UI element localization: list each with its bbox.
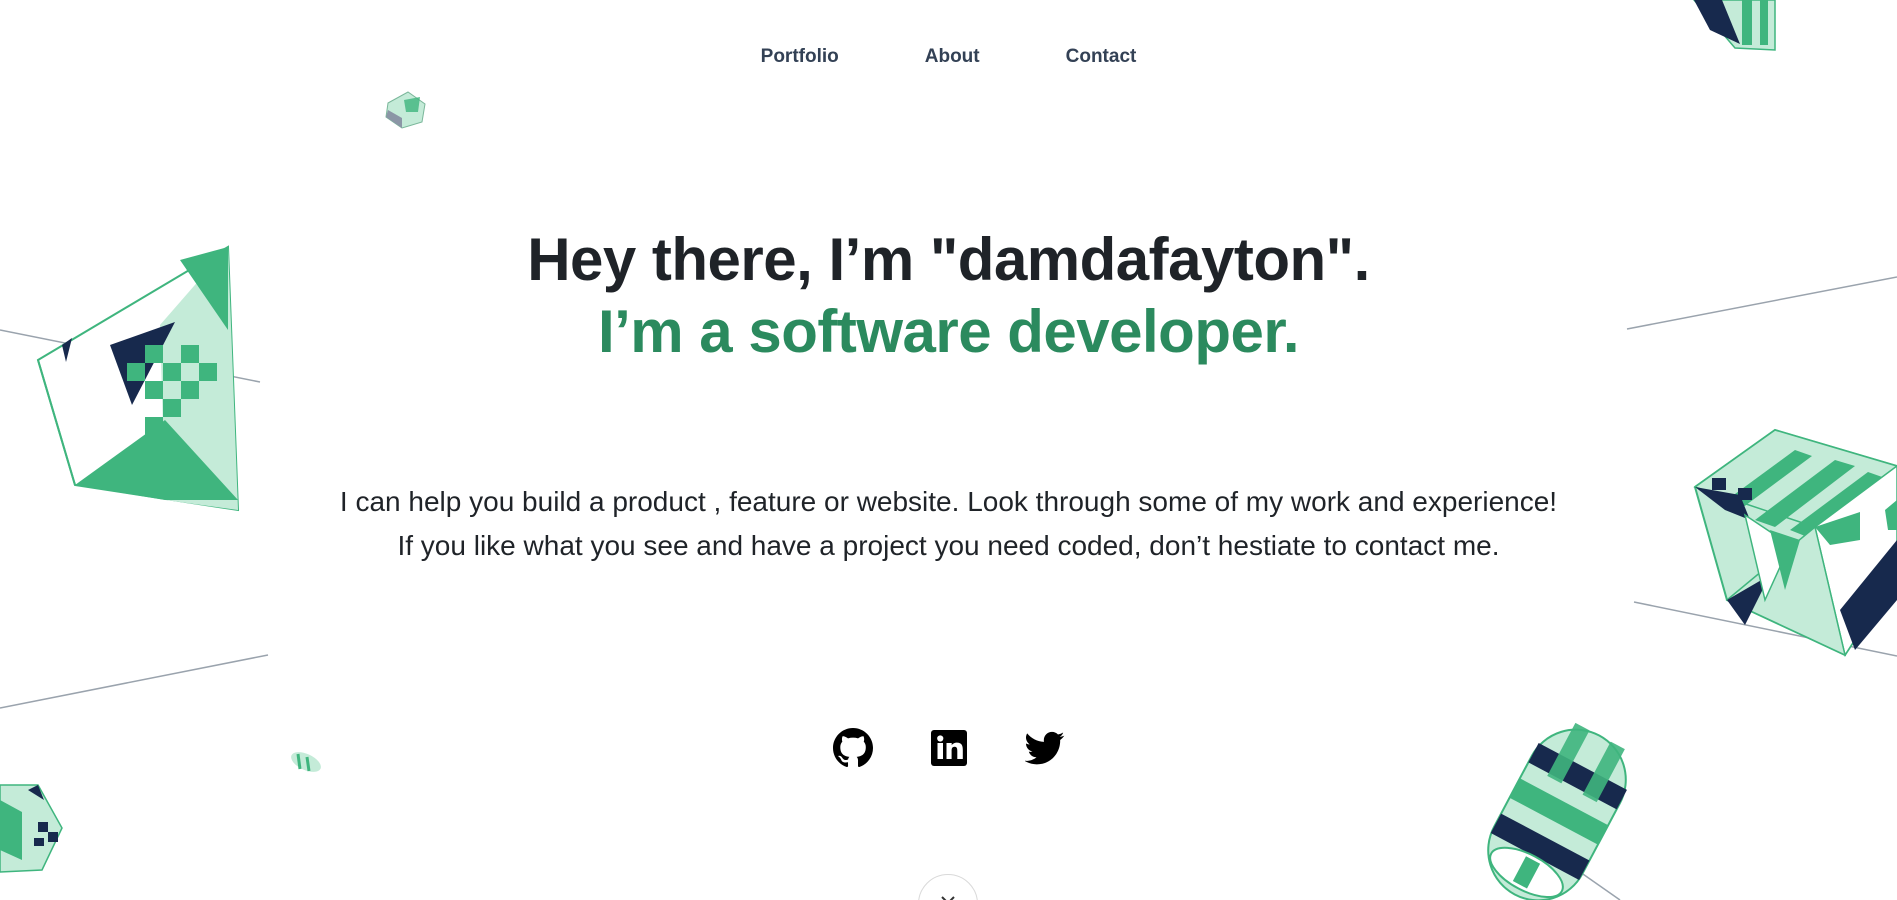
github-icon[interactable]	[832, 728, 873, 768]
hero-greeting: Hey there, I’m "damdafayton".	[527, 226, 1370, 293]
nav-link-contact[interactable]: Contact	[1066, 46, 1137, 68]
linkedin-icon[interactable]	[929, 728, 969, 768]
deco-cube-small-top	[385, 91, 426, 129]
nav-link-about[interactable]: About	[925, 46, 980, 68]
main-nav: Portfolio About Contact	[0, 46, 1897, 68]
deco-cube-bottom-left	[0, 784, 63, 873]
twitter-icon[interactable]	[1024, 728, 1065, 768]
intro-text: I can help you build a product , feature…	[339, 486, 1558, 561]
chevron-down-icon	[941, 896, 955, 900]
social-links	[0, 728, 1897, 768]
hero: Hey there, I’m "damdafayton". I’m a soft…	[0, 224, 1897, 368]
nav-link-portfolio[interactable]: Portfolio	[761, 46, 839, 68]
page: Portfolio About Contact Hey there, I’m "…	[0, 0, 1897, 900]
deco-line	[0, 654, 269, 709]
deco-cube-top-right	[1693, 0, 1776, 51]
hero-role: I’m a software developer.	[597, 298, 1300, 365]
